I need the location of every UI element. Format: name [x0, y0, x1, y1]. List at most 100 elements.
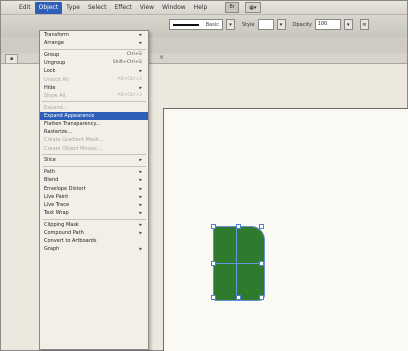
menu-item-label: Slice	[44, 157, 56, 164]
opacity-dropdown-icon[interactable]: ▾	[343, 19, 353, 30]
style-label: Style	[242, 21, 255, 28]
menu-item-label: Group	[44, 51, 60, 58]
menu-item[interactable]: Compound Path ▸	[40, 229, 148, 237]
menu-item-label: Expand Appearance	[44, 112, 95, 119]
close-icon[interactable]: ×	[159, 54, 164, 61]
menu-select[interactable]: Select	[84, 2, 111, 14]
stroke-style-label: Basic	[205, 21, 219, 28]
menu-separator	[42, 101, 146, 103]
path-segment	[216, 263, 261, 264]
options-icon[interactable]: ≡	[359, 19, 369, 30]
menu-separator	[42, 154, 146, 156]
bridge-button[interactable]: Br	[225, 2, 239, 13]
menu-item: Unlock All Alt+Ctrl+2	[40, 76, 148, 84]
selected-green-shape[interactable]	[211, 224, 265, 301]
opacity-input[interactable]: 100	[314, 19, 341, 30]
menu-item[interactable]: Graph ▸	[40, 245, 148, 253]
stroke-profile-picker[interactable]: Basic	[169, 19, 223, 30]
opacity-label: Opacity	[292, 21, 312, 28]
submenu-arrow-icon: ▸	[139, 169, 142, 176]
menu-separator	[42, 218, 146, 220]
menu-view[interactable]: View	[136, 2, 158, 14]
menu-object[interactable]: Object	[34, 1, 63, 14]
menu-item-label: Rasterize...	[44, 129, 72, 136]
bounding-box-handle[interactable]	[236, 295, 241, 300]
style-dropdown-icon[interactable]: ▾	[276, 19, 286, 30]
menu-item-label: Live Paint	[44, 193, 69, 200]
menu-item[interactable]: Blend ▸	[40, 176, 148, 184]
document-tab[interactable]: ▪	[5, 54, 19, 63]
menu-item-label: Show All	[44, 92, 66, 99]
menu-item[interactable]: Ungroup Shift+Ctrl+G	[40, 59, 148, 67]
arrange-documents-icon[interactable]: ▦▾	[244, 2, 261, 13]
menu-item[interactable]: Live Paint ▸	[40, 193, 148, 201]
menu-item-label: Text Wrap	[44, 210, 69, 217]
menu-item-label: Clipping Mask	[44, 221, 79, 228]
menu-item-label: Ungroup	[44, 60, 66, 67]
bounding-box-handle[interactable]	[211, 295, 216, 300]
menu-edit[interactable]: Edit	[15, 2, 35, 14]
menu-item[interactable]: Expand Appearance	[40, 111, 148, 121]
menu-item: Create Object Mosaic...	[40, 145, 148, 153]
style-swatch[interactable]	[257, 19, 274, 30]
submenu-arrow-icon: ▸	[139, 185, 142, 192]
submenu-arrow-icon: ▸	[139, 230, 142, 237]
menu-window[interactable]: Window	[158, 2, 190, 14]
menu-item-label: Transform	[44, 32, 69, 38]
bounding-box-handle[interactable]	[211, 224, 216, 229]
menu-item[interactable]: Text Wrap ▸	[40, 209, 148, 217]
stroke-dropdown-icon[interactable]: ▾	[226, 19, 235, 30]
menu-item-label: Envelope Distort	[44, 185, 86, 192]
menu-item-label: Convert to Artboards	[44, 238, 97, 245]
menu-help[interactable]: Help	[190, 2, 212, 14]
menu-item-label: Compound Path	[44, 230, 84, 237]
menu-type[interactable]: Type	[62, 2, 84, 14]
submenu-arrow-icon: ▸	[139, 40, 142, 47]
submenu-arrow-icon: ▸	[139, 193, 142, 200]
menu-item-label: Flatten Transparency...	[44, 121, 101, 128]
menu-item[interactable]: Clipping Mask ▸	[40, 221, 148, 229]
artboard[interactable]	[163, 108, 408, 351]
menu-item-shortcut: Shift+Ctrl+G	[112, 60, 142, 66]
menu-item[interactable]: Arrange ▸	[40, 39, 148, 47]
menu-item[interactable]: Convert to Artboards	[40, 237, 148, 245]
menu-separator	[42, 165, 146, 167]
menu-item[interactable]: Slice ▸	[40, 156, 148, 164]
illustrator-window: Edit Object Type Select Effect View Wind…	[0, 0, 408, 351]
menu-item[interactable]: Transform ▸	[40, 31, 148, 39]
bounding-box-handle[interactable]	[259, 261, 264, 266]
submenu-arrow-icon: ▸	[139, 32, 142, 38]
menu-item[interactable]: Envelope Distort ▸	[40, 185, 148, 193]
menu-item-label: Graph	[44, 246, 60, 253]
submenu-arrow-icon: ▸	[139, 84, 142, 91]
bounding-box-handle[interactable]	[259, 224, 264, 229]
bounding-box-handle[interactable]	[236, 224, 241, 229]
stroke-line-preview	[173, 23, 199, 26]
menu-item: Show All Alt+Ctrl+3	[40, 92, 148, 100]
menu-item-shortcut: Ctrl+G	[126, 51, 142, 57]
menu-item[interactable]: Group Ctrl+G	[40, 51, 148, 59]
menu-item-shortcut: Alt+Ctrl+2	[117, 76, 142, 82]
stroke-group: Basic ▾ Style ▾ Opacity 100 ▾ ≡	[169, 19, 369, 30]
submenu-arrow-icon: ▸	[139, 68, 142, 75]
menu-item[interactable]: Rasterize...	[40, 128, 148, 136]
submenu-arrow-icon: ▸	[139, 177, 142, 184]
menu-item-label: Blend	[44, 177, 59, 184]
menu-item-label: Create Object Mosaic...	[44, 145, 103, 152]
menu-item-label: Hide	[44, 84, 56, 91]
menu-item-label: Arrange	[44, 40, 64, 47]
menu-item: Expand...	[40, 104, 148, 112]
menu-effect[interactable]: Effect	[110, 2, 135, 14]
menu-item-label: Lock	[44, 68, 56, 75]
menu-item[interactable]: Live Trace ▸	[40, 201, 148, 209]
menu-item-label: Live Trace	[44, 201, 70, 208]
menu-item[interactable]: Lock ▸	[40, 67, 148, 75]
bounding-box-handle[interactable]	[211, 261, 216, 266]
menu-item[interactable]: Flatten Transparency...	[40, 120, 148, 128]
submenu-arrow-icon: ▸	[139, 210, 142, 217]
menu-item-label: Unlock All	[44, 76, 69, 83]
menu-item: Create Gradient Mesh...	[40, 136, 148, 144]
menu-item[interactable]: Path ▸	[40, 168, 148, 176]
menu-item[interactable]: Hide ▸	[40, 84, 148, 92]
bounding-box-handle[interactable]	[259, 295, 264, 300]
